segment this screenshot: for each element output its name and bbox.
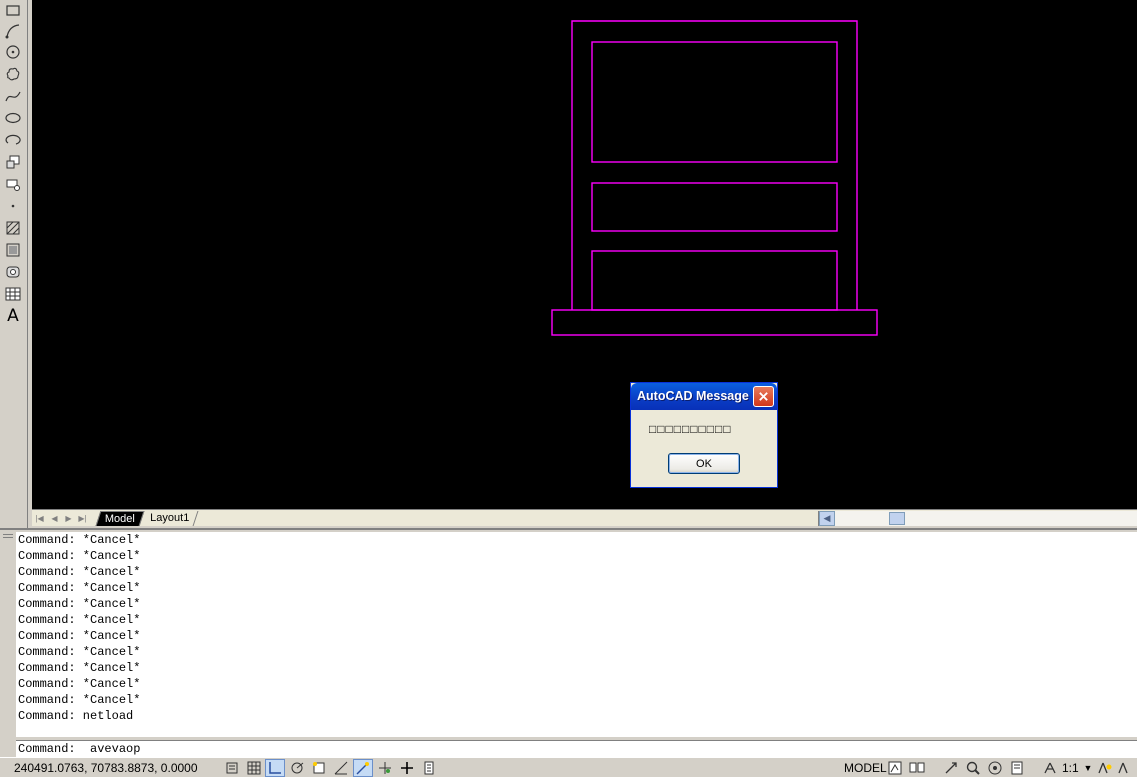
dynamic-input-icon[interactable]: [397, 759, 417, 777]
first-tab-icon[interactable]: |◀: [34, 512, 45, 524]
tab-layout1[interactable]: Layout1: [141, 511, 199, 526]
object-snap-tracking-icon[interactable]: [353, 759, 373, 777]
horizontal-scrollbar[interactable]: ◀: [818, 511, 1137, 526]
last-tab-icon[interactable]: ▶|: [77, 512, 88, 524]
tab-model[interactable]: Model: [95, 511, 145, 526]
history-line: Command: *Cancel*: [18, 629, 141, 643]
next-tab-icon[interactable]: ▶: [63, 512, 74, 524]
rectangle-icon[interactable]: [3, 0, 23, 20]
quick-view-layouts-icon[interactable]: [885, 759, 905, 777]
hatch-icon[interactable]: [3, 218, 23, 238]
close-icon: [759, 392, 768, 401]
cabinet-outline: [571, 20, 858, 310]
lineweight-icon[interactable]: [419, 759, 439, 777]
cabinet-base: [551, 309, 878, 336]
quick-view-drawings-icon[interactable]: [907, 759, 927, 777]
status-bar: 240491.0763, 70783.8873, 0.0000 MODEL 1:…: [0, 757, 1137, 777]
layout-tab-bar: |◀ ◀ ▶ ▶| Model Layout1 ◀: [32, 509, 1137, 526]
close-button[interactable]: [753, 386, 774, 407]
lower-drawer: [591, 250, 838, 311]
ortho-mode-icon[interactable]: [287, 759, 307, 777]
middle-drawer: [591, 182, 838, 232]
annotation-scale-value[interactable]: 1:1: [1062, 761, 1079, 775]
steering-wheel-icon[interactable]: [985, 759, 1005, 777]
annotation-visibility-icon[interactable]: [1095, 759, 1115, 777]
message-dialog: AutoCAD Message □□□□□□□□□□ OK: [630, 382, 778, 488]
scroll-thumb[interactable]: [889, 512, 905, 525]
history-line: Command: *Cancel*: [18, 549, 141, 563]
annotation-scale-icon[interactable]: [1040, 759, 1060, 777]
ok-button[interactable]: OK: [668, 453, 740, 474]
multiline-text-icon[interactable]: A: [3, 306, 23, 326]
dialog-message: □□□□□□□□□□: [649, 422, 732, 436]
point-icon[interactable]: [3, 196, 23, 216]
coordinate-readout[interactable]: 240491.0763, 70783.8873, 0.0000: [14, 761, 198, 775]
pan-icon[interactable]: [941, 759, 961, 777]
history-line: Command: *Cancel*: [18, 645, 141, 659]
drawing-geometry: [551, 20, 878, 336]
circle-icon[interactable]: [3, 42, 23, 62]
command-window-grip[interactable]: [2, 532, 14, 757]
history-line: Command: *Cancel*: [18, 677, 141, 691]
insert-block-icon[interactable]: [3, 152, 23, 172]
polar-tracking-icon[interactable]: [309, 759, 329, 777]
scroll-left-icon[interactable]: ◀: [819, 511, 835, 526]
auto-scale-icon[interactable]: [1115, 759, 1135, 777]
history-line: Command: *Cancel*: [18, 533, 141, 547]
model-space-toggle[interactable]: MODEL: [844, 761, 887, 775]
previous-tab-icon[interactable]: ◀: [49, 512, 60, 524]
history-line: Command: *Cancel*: [18, 693, 141, 707]
showmotion-icon[interactable]: [1007, 759, 1027, 777]
history-line: Command: netload: [18, 709, 134, 723]
region-icon[interactable]: [3, 262, 23, 282]
revision-cloud-icon[interactable]: [3, 64, 23, 84]
zoom-icon[interactable]: [963, 759, 983, 777]
arc-icon[interactable]: [3, 21, 23, 41]
object-snap-icon[interactable]: [331, 759, 351, 777]
snap-mode-icon[interactable]: [244, 759, 264, 777]
command-window: Command: *Cancel* Command: *Cancel* Comm…: [0, 528, 1137, 757]
gradient-icon[interactable]: [3, 240, 23, 260]
spline-icon[interactable]: [3, 86, 23, 106]
draw-toolbar: A: [0, 0, 28, 530]
dialog-titlebar[interactable]: AutoCAD Message: [631, 383, 777, 410]
command-input[interactable]: Command: avevaop: [16, 740, 1137, 757]
history-line: Command: *Cancel*: [18, 613, 141, 627]
history-line: Command: *Cancel*: [18, 565, 141, 579]
history-line: Command: *Cancel*: [18, 597, 141, 611]
ellipse-arc-icon[interactable]: [3, 130, 23, 150]
make-block-icon[interactable]: [3, 174, 23, 194]
dialog-title: AutoCAD Message: [637, 389, 749, 403]
grid-display-icon[interactable]: [265, 759, 285, 777]
dynamic-ucs-icon[interactable]: [375, 759, 395, 777]
table-icon[interactable]: [3, 284, 23, 304]
upper-panel: [591, 41, 838, 163]
drawing-canvas[interactable]: [32, 0, 1137, 509]
infer-constraints-icon[interactable]: [222, 759, 242, 777]
history-line: Command: *Cancel*: [18, 661, 141, 675]
command-history: Command: *Cancel* Command: *Cancel* Comm…: [16, 532, 1137, 737]
ellipse-icon[interactable]: [3, 108, 23, 128]
history-line: Command: *Cancel*: [18, 581, 141, 595]
